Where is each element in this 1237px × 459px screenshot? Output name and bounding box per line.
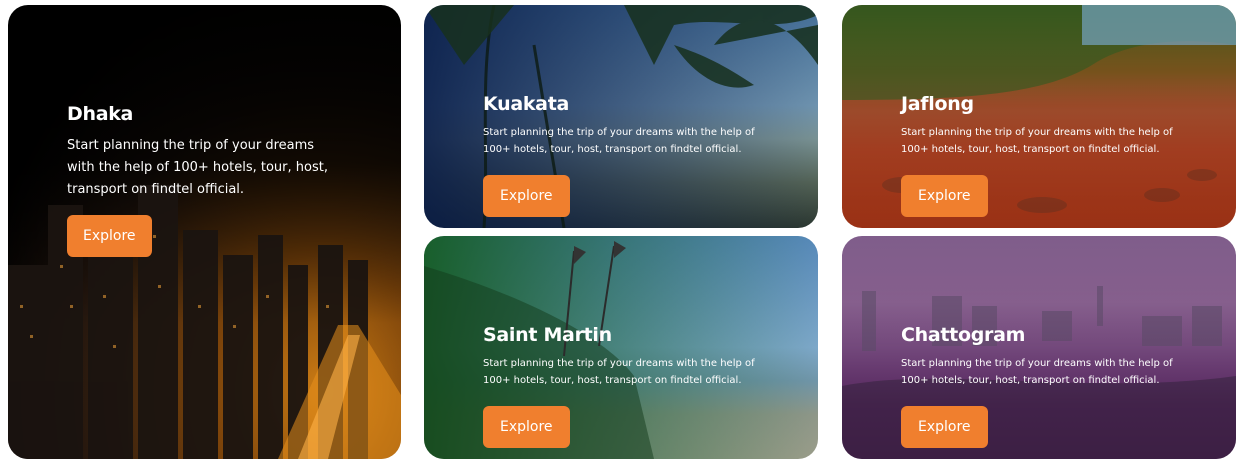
destination-card-saint-martin: Saint Martin Start planning the trip of … (424, 236, 818, 459)
destination-card-kuakata: Kuakata Start planning the trip of your … (424, 5, 818, 228)
explore-button[interactable]: Explore (901, 175, 988, 217)
destination-description: Start planning the trip of your dreams w… (67, 138, 328, 197)
destination-title: Saint Martin (483, 324, 612, 346)
destination-description: Start planning the trip of your dreams w… (483, 127, 755, 155)
destination-title: Jaflong (901, 93, 974, 115)
explore-button[interactable]: Explore (483, 175, 570, 217)
destination-title: Kuakata (483, 93, 569, 115)
destination-card-dhaka: Dhaka Start planning the trip of your dr… (8, 5, 401, 459)
destination-card-chattogram: Chattogram Start planning the trip of yo… (842, 236, 1236, 459)
destination-description: Start planning the trip of your dreams w… (483, 358, 755, 386)
destination-title: Dhaka (67, 103, 134, 125)
destination-title: Chattogram (901, 324, 1026, 346)
destination-description: Start planning the trip of your dreams w… (901, 127, 1173, 155)
destination-description: Start planning the trip of your dreams w… (901, 358, 1173, 386)
explore-button[interactable]: Explore (483, 406, 570, 448)
destination-card-jaflong: Jaflong Start planning the trip of your … (842, 5, 1236, 228)
explore-button[interactable]: Explore (67, 215, 152, 257)
explore-button[interactable]: Explore (901, 406, 988, 448)
